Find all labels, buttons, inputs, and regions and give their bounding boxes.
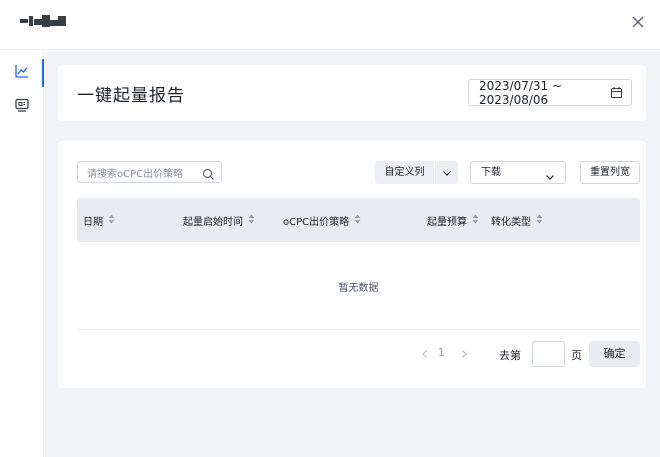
sort-icon[interactable]: [472, 214, 479, 227]
goto-label: 去第: [499, 349, 521, 362]
top-bar: [0, 0, 660, 50]
date-range-picker[interactable]: 2023/07/31 ~ 2023/08/06: [468, 78, 632, 107]
column-header-conversion-type[interactable]: 转化类型: [491, 198, 543, 242]
page-label: 页: [571, 349, 582, 362]
confirm-button[interactable]: 确定: [589, 341, 640, 367]
date-range-value: 2023/07/31 ~ 2023/08/06: [479, 78, 563, 107]
report-icon: [14, 97, 30, 117]
column-header-budget[interactable]: 起量预算: [427, 198, 479, 242]
sort-icon[interactable]: [248, 214, 255, 227]
sort-icon[interactable]: [354, 214, 361, 227]
column-header-ocpc-strategy[interactable]: oCPC出价策略: [283, 198, 361, 242]
brand-logo: [20, 14, 68, 28]
sidebar-item-report-detail[interactable]: [0, 87, 44, 127]
page-title: 一键起量报告: [77, 86, 185, 106]
chevron-right-icon[interactable]: [457, 346, 471, 360]
goto-page-input[interactable]: [532, 341, 565, 367]
chevron-down-icon: [544, 168, 556, 187]
report-header-card: 一键起量报告 2023/07/31 ~ 2023/08/06: [58, 65, 646, 121]
custom-columns-label: 自定义列: [384, 167, 425, 178]
chevron-down-icon[interactable]: [435, 161, 458, 184]
sort-icon[interactable]: [536, 214, 543, 227]
table-header: 日期 起量启始时间 oCPC出价策略 起量预算 转化类型: [77, 198, 640, 242]
divider: [77, 329, 640, 330]
sort-icon[interactable]: [108, 214, 115, 227]
main-content: 一键起量报告 2023/07/31 ~ 2023/08/06 自定义列: [45, 51, 660, 457]
page-number[interactable]: 1: [438, 346, 445, 359]
search-icon[interactable]: [202, 166, 215, 185]
download-label: 下载: [481, 167, 501, 178]
column-header-date[interactable]: 日期: [83, 198, 115, 242]
line-chart-icon: [14, 63, 30, 83]
calendar-icon: [610, 86, 623, 102]
download-select[interactable]: 下载: [470, 161, 566, 184]
report-table-card: 自定义列 下载 重置列宽 日期 起量启始时间 oCPC出价策略: [58, 141, 646, 388]
chevron-left-icon[interactable]: [418, 346, 432, 360]
sidebar: [0, 51, 44, 457]
close-icon[interactable]: [628, 12, 648, 32]
search-box: [77, 161, 222, 185]
search-input[interactable]: [78, 164, 196, 185]
column-header-start-time[interactable]: 起量启始时间: [183, 198, 255, 242]
custom-columns-button[interactable]: 自定义列: [375, 161, 458, 184]
reset-column-width-button[interactable]: 重置列宽: [580, 161, 640, 184]
empty-state-text: 暂无数据: [338, 283, 379, 294]
